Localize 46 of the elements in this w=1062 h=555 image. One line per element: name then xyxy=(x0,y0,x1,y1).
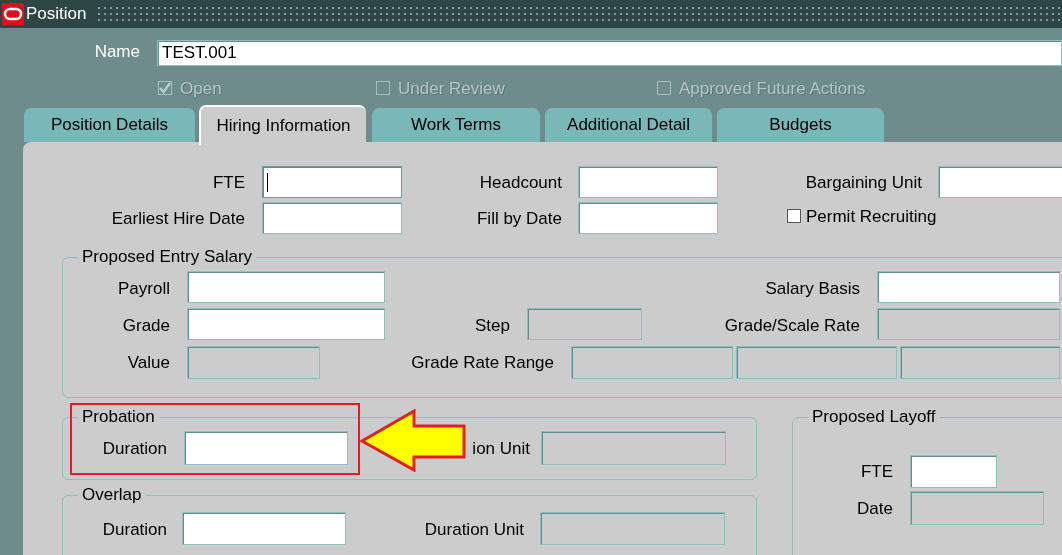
name-field[interactable]: TEST.001 xyxy=(157,40,1062,66)
section-title: Proposed Layoff xyxy=(808,407,940,427)
checkbox-label: Under Review xyxy=(398,79,505,99)
input-field[interactable] xyxy=(182,512,346,545)
tab[interactable]: Hiring Information xyxy=(199,105,366,145)
field-label: Grade Rate Range xyxy=(411,353,554,373)
input-field[interactable] xyxy=(187,271,385,303)
input-field[interactable] xyxy=(910,455,997,488)
field-label: FTE xyxy=(212,173,245,193)
input-field[interactable] xyxy=(262,166,402,198)
field-label: Duration xyxy=(102,520,167,540)
input-field[interactable] xyxy=(578,202,718,234)
checkbox-label: Approved Future Actions xyxy=(679,79,866,99)
field-label: Fill by Date xyxy=(476,209,562,229)
tab[interactable]: Additional Detail xyxy=(545,108,712,142)
field-label: Duration xyxy=(102,439,167,459)
checkbox-label: Open xyxy=(180,79,222,99)
field-label: Step xyxy=(475,316,510,336)
input-field[interactable] xyxy=(184,431,348,465)
checkbox[interactable] xyxy=(787,209,801,223)
field-label: Date xyxy=(857,499,893,519)
input-field[interactable] xyxy=(578,166,718,198)
field-label: ion Unit xyxy=(472,439,530,459)
field-label: Headcount xyxy=(479,173,562,193)
field-label: Earliest Hire Date xyxy=(111,209,245,229)
window-title: Position xyxy=(26,3,87,26)
input-field[interactable] xyxy=(262,202,402,234)
field-label: FTE xyxy=(860,462,893,482)
field-label: Value xyxy=(127,353,170,373)
field-label: Salary Basis xyxy=(765,279,860,299)
logo-icon xyxy=(2,3,24,25)
tab[interactable]: Position Details xyxy=(24,108,195,142)
tab[interactable]: Budgets xyxy=(717,108,884,142)
field-label: Grade/Scale Rate xyxy=(724,316,860,336)
field-label: Grade xyxy=(122,316,170,336)
field-label: Bargaining Unit xyxy=(805,173,922,193)
field-label: Duration Unit xyxy=(424,520,524,540)
section-title: Overlap xyxy=(78,485,146,505)
input-field[interactable] xyxy=(877,271,1060,303)
field-label: Payroll xyxy=(118,279,170,299)
input-field[interactable] xyxy=(938,166,1062,198)
tab[interactable]: Work Terms xyxy=(372,108,540,142)
field-label: Name xyxy=(94,42,140,62)
input-field[interactable] xyxy=(187,308,385,340)
section-title: Proposed Entry Salary xyxy=(78,247,257,267)
checkbox-label: Permit Recruiting xyxy=(806,207,937,227)
